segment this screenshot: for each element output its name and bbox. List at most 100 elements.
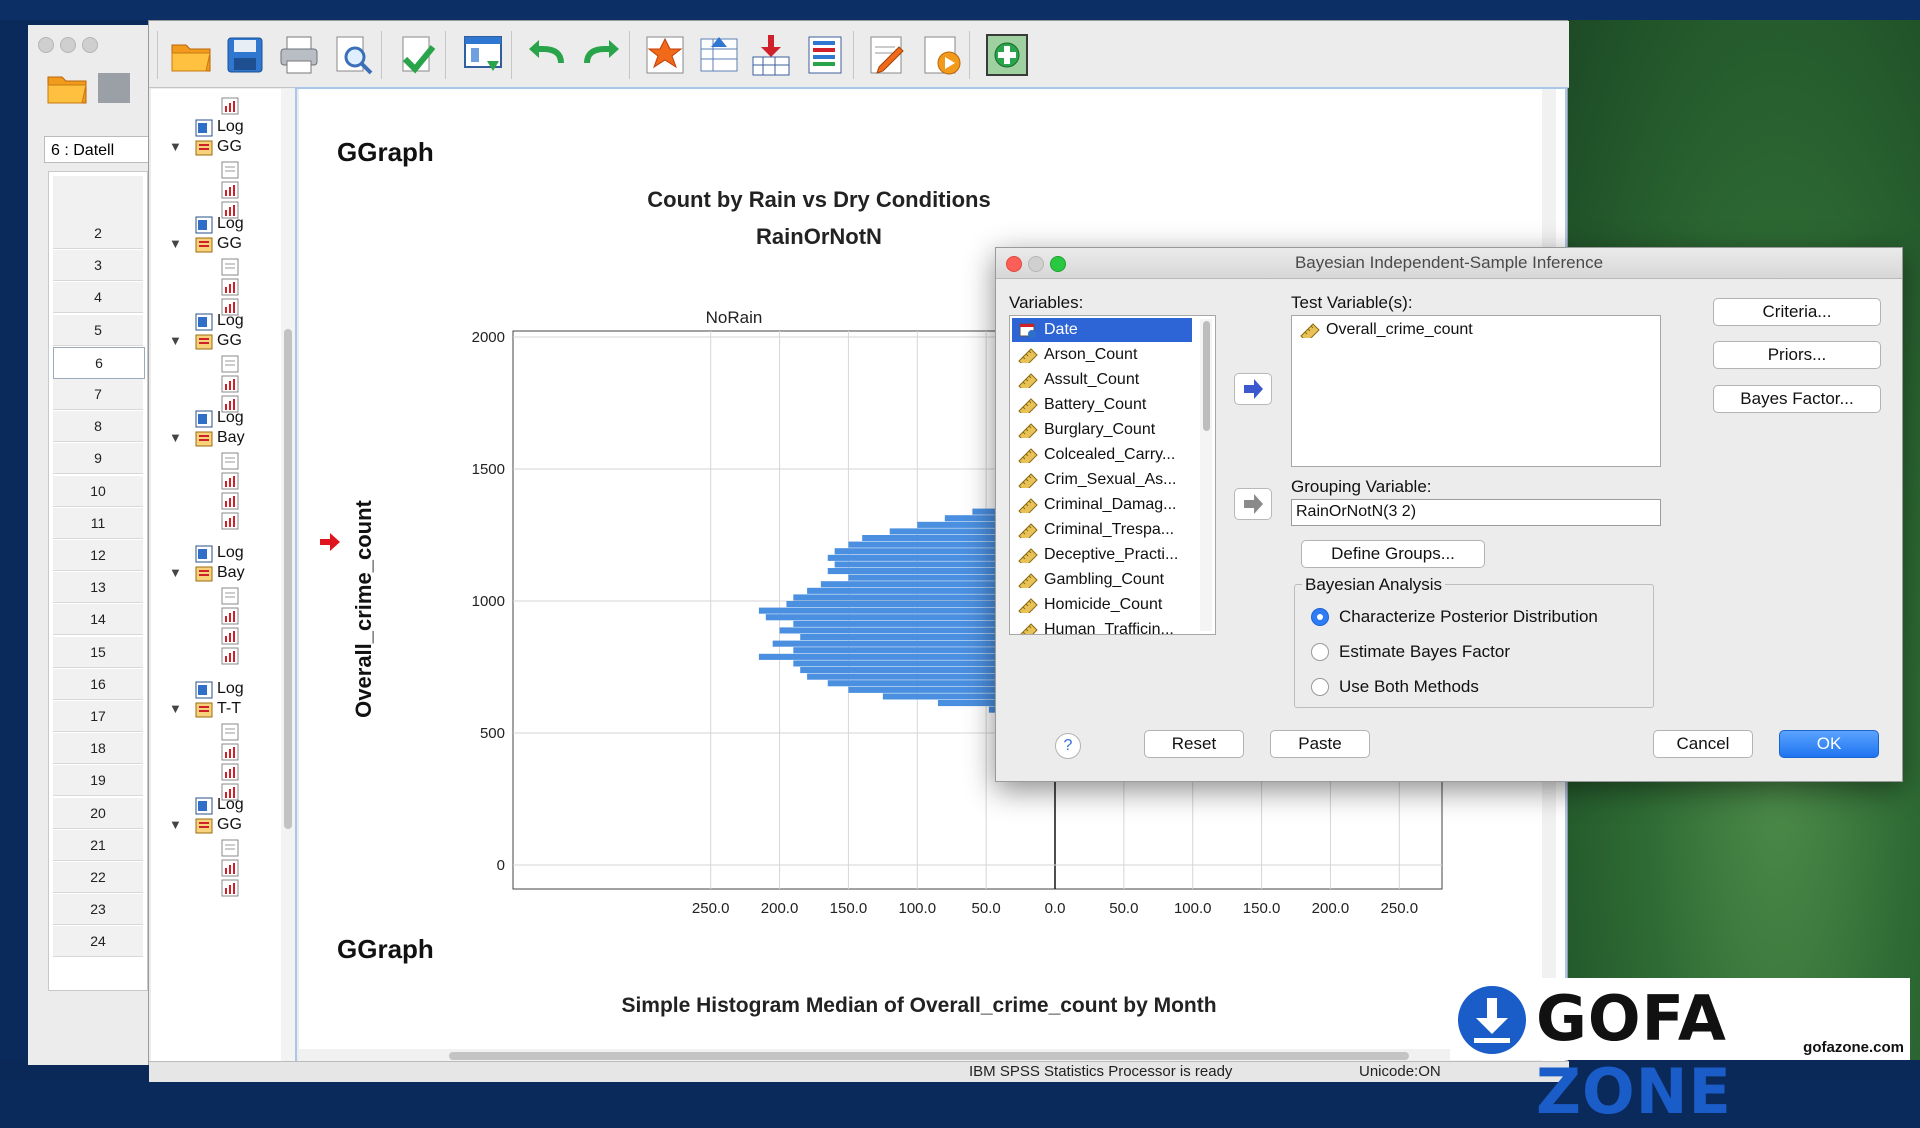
row-number[interactable] <box>53 176 143 219</box>
variable-item[interactable]: Deceptive_Practi... <box>1012 543 1192 567</box>
save-icon[interactable] <box>92 67 138 107</box>
variable-item[interactable]: Arson_Count <box>1012 343 1192 367</box>
redo-icon[interactable] <box>579 33 623 77</box>
row-number[interactable]: 6 <box>53 346 145 379</box>
log-node-icon[interactable] <box>195 545 213 563</box>
variable-item[interactable]: Burglary_Count <box>1012 418 1192 442</box>
variable-item[interactable]: Assult_Count <box>1012 368 1192 392</box>
outline-scroll-thumb[interactable] <box>284 329 292 829</box>
text-node-icon[interactable] <box>221 258 239 276</box>
run-script-icon[interactable] <box>919 33 963 77</box>
variable-item[interactable]: Date <box>1012 318 1192 342</box>
contents-horizontal-thumb[interactable] <box>449 1052 1409 1060</box>
expand-triangle-icon[interactable]: ▼ <box>169 565 182 580</box>
variables-icon[interactable] <box>803 33 847 77</box>
help-button[interactable]: ? <box>1055 733 1081 759</box>
print-preview-icon[interactable] <box>331 33 375 77</box>
procedure-node-icon[interactable] <box>195 236 213 254</box>
ok-button[interactable]: OK <box>1779 730 1879 758</box>
outline-scrollbar[interactable] <box>281 89 296 1064</box>
grouping-variable-field[interactable]: RainOrNotN(3 2) <box>1291 499 1661 526</box>
row-number[interactable]: 24 <box>53 926 143 958</box>
test-variable-item[interactable]: Overall_crime_count <box>1294 318 1654 342</box>
expand-triangle-icon[interactable]: ▼ <box>169 817 182 832</box>
row-number[interactable]: 4 <box>53 282 143 314</box>
text-node-icon[interactable] <box>221 161 239 179</box>
text-node-icon[interactable] <box>221 839 239 857</box>
row-number[interactable]: 9 <box>53 443 143 475</box>
dialog-titlebar[interactable]: Bayesian Independent-Sample Inference <box>996 248 1902 279</box>
bayes-factor-button[interactable]: Bayes Factor... <box>1713 385 1881 413</box>
radio-characterize-posterior[interactable] <box>1311 608 1329 626</box>
row-number[interactable]: 15 <box>53 636 143 668</box>
row-number[interactable]: 5 <box>53 314 143 346</box>
chart-node-icon[interactable] <box>221 647 239 665</box>
expand-triangle-icon[interactable]: ▼ <box>169 139 182 154</box>
designate-window-icon[interactable] <box>985 33 1029 77</box>
variable-item[interactable]: Homicide_Count <box>1012 593 1192 617</box>
expand-triangle-icon[interactable]: ▼ <box>169 430 182 445</box>
variable-item[interactable]: Criminal_Trespa... <box>1012 518 1192 542</box>
procedure-node-icon[interactable] <box>195 139 213 157</box>
procedure-node-icon[interactable] <box>195 817 213 835</box>
chart-node-icon[interactable] <box>221 607 239 625</box>
goto-data-icon[interactable] <box>643 33 687 77</box>
variables-list-thumb[interactable] <box>1203 321 1210 431</box>
chart-node-icon[interactable] <box>221 181 239 199</box>
procedure-node-icon[interactable] <box>195 565 213 583</box>
recall-dialog-icon[interactable] <box>461 33 505 77</box>
priors-button[interactable]: Priors... <box>1713 341 1881 369</box>
row-number[interactable]: 19 <box>53 765 143 797</box>
variable-item[interactable]: Criminal_Damag... <box>1012 493 1192 517</box>
zoom-window-button[interactable] <box>82 37 98 53</box>
cancel-button[interactable]: Cancel <box>1653 730 1753 758</box>
open-folder-icon[interactable] <box>44 67 90 107</box>
chart-node-icon[interactable] <box>221 512 239 530</box>
row-number[interactable]: 18 <box>53 733 143 765</box>
chart-node-icon[interactable] <box>221 492 239 510</box>
cell-reference-field[interactable]: 6 : Datell <box>44 136 149 163</box>
row-number[interactable]: 12 <box>53 540 143 571</box>
reset-button[interactable]: Reset <box>1144 730 1244 758</box>
row-number[interactable]: 21 <box>53 829 143 861</box>
insert-cases-icon[interactable] <box>749 33 793 77</box>
log-node-icon[interactable] <box>195 797 213 815</box>
chart-node-icon[interactable] <box>221 375 239 393</box>
row-number[interactable]: 2 <box>53 218 143 249</box>
save-icon[interactable] <box>223 33 267 77</box>
row-number[interactable]: 16 <box>53 668 143 700</box>
goto-case-icon[interactable] <box>697 33 741 77</box>
define-groups-button[interactable]: Define Groups... <box>1301 540 1485 568</box>
row-number[interactable]: 14 <box>53 604 143 636</box>
log-node-icon[interactable] <box>195 410 213 428</box>
chart-node-icon[interactable] <box>221 472 239 490</box>
row-number[interactable]: 3 <box>53 250 143 282</box>
expand-triangle-icon[interactable]: ▼ <box>169 701 182 716</box>
chart-node-icon[interactable] <box>221 97 239 115</box>
chart-node-icon[interactable] <box>221 879 239 897</box>
radio-estimate-bayes-factor[interactable] <box>1311 643 1329 661</box>
text-node-icon[interactable] <box>221 587 239 605</box>
log-node-icon[interactable] <box>195 681 213 699</box>
text-node-icon[interactable] <box>221 452 239 470</box>
variable-item[interactable]: Battery_Count <box>1012 393 1192 417</box>
export-icon[interactable] <box>395 33 439 77</box>
expand-triangle-icon[interactable]: ▼ <box>169 236 182 251</box>
radio-use-both-methods[interactable] <box>1311 678 1329 696</box>
log-node-icon[interactable] <box>195 313 213 331</box>
procedure-node-icon[interactable] <box>195 430 213 448</box>
minimize-window-button[interactable] <box>60 37 76 53</box>
procedure-node-icon[interactable] <box>195 333 213 351</box>
variable-item[interactable]: Crim_Sexual_As... <box>1012 468 1192 492</box>
procedure-node-icon[interactable] <box>195 701 213 719</box>
text-node-icon[interactable] <box>221 723 239 741</box>
criteria-button[interactable]: Criteria... <box>1713 298 1881 326</box>
text-node-icon[interactable] <box>221 355 239 373</box>
log-node-icon[interactable] <box>195 216 213 234</box>
row-number[interactable]: 11 <box>53 507 143 539</box>
chart-node-icon[interactable] <box>221 278 239 296</box>
row-number[interactable]: 10 <box>53 475 143 507</box>
move-to-grouping-button[interactable] <box>1234 488 1272 520</box>
expand-triangle-icon[interactable]: ▼ <box>169 333 182 348</box>
paste-button[interactable]: Paste <box>1270 730 1370 758</box>
